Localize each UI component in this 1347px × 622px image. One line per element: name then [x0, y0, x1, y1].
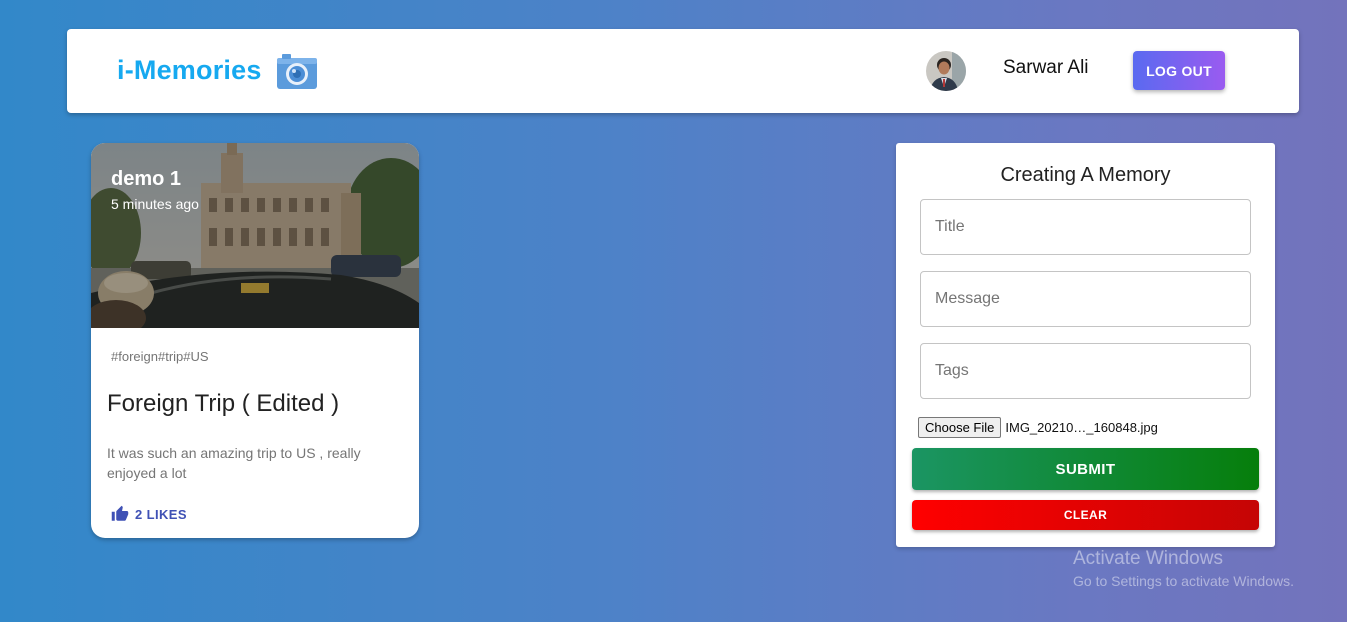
post-message: It was such an amazing trip to US , real… [107, 445, 361, 481]
choose-file-button[interactable]: Choose File [918, 417, 1002, 438]
thumb-up-icon [111, 505, 129, 521]
title-input[interactable] [920, 199, 1251, 255]
activation-watermark-title: Activate Windows [1073, 548, 1223, 569]
post-card: demo 1 5 minutes ago #foreign#trip#US Fo… [91, 143, 419, 538]
app-bar: i-Memories Sarwar Ali LOG OUT [67, 29, 1299, 113]
post-title: Foreign Trip ( Edited ) [107, 390, 340, 417]
logout-button[interactable]: LOG OUT [1133, 51, 1225, 90]
message-input[interactable] [920, 271, 1251, 327]
likes-count: 2 LIKES [135, 506, 187, 522]
file-name: IMG_20210…_160848.jpg [1005, 420, 1158, 435]
avatar [926, 51, 966, 91]
submit-button[interactable]: SUBMIT [912, 448, 1259, 490]
camera-icon [277, 54, 317, 89]
create-memory-form: Creating A Memory Choose File IMG_20210…… [896, 143, 1275, 547]
tags-input[interactable] [920, 343, 1251, 399]
activation-watermark-subtitle: Go to Settings to activate Windows. [1073, 573, 1294, 589]
post-creator: demo 1 [111, 168, 182, 190]
clear-button[interactable]: CLEAR [912, 500, 1259, 530]
post-tags: #foreign#trip#US [111, 349, 209, 364]
post-time: 5 minutes ago [111, 196, 199, 212]
like-button[interactable]: 2 LIKES [111, 505, 187, 523]
form-title: Creating A Memory [1000, 164, 1171, 186]
brand-title[interactable]: i-Memories [117, 55, 262, 86]
file-picker: Choose File IMG_20210…_160848.jpg [918, 417, 1158, 438]
user-name: Sarwar Ali [1003, 57, 1089, 78]
